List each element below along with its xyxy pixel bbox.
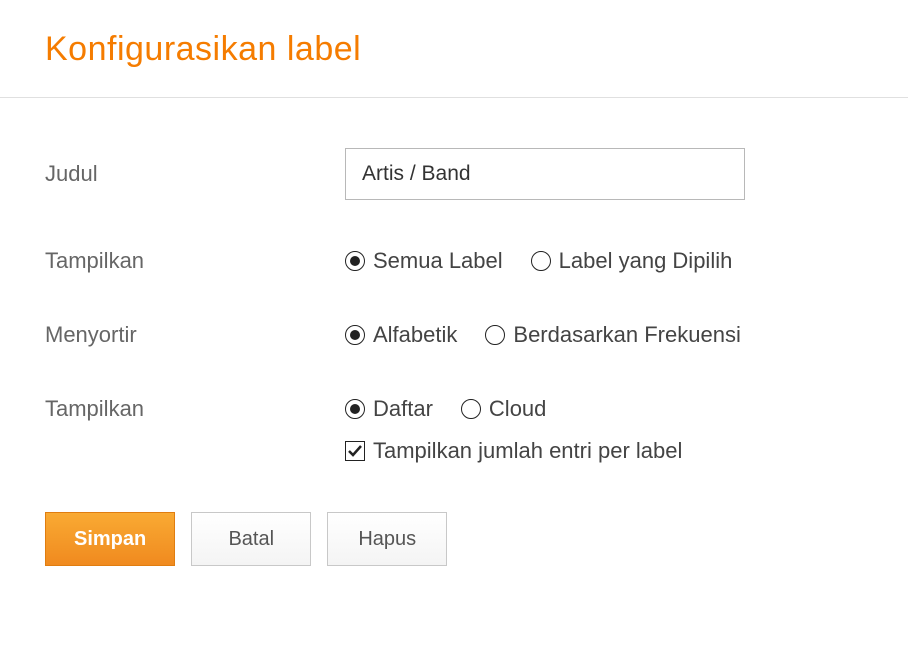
judul-input[interactable] bbox=[345, 148, 745, 200]
radiogroup-tampilkan-labels: Semua Label Label yang Dipilih bbox=[345, 248, 863, 274]
label-tampilkan-mode: Tampilkan bbox=[45, 396, 345, 422]
cancel-button[interactable]: Batal bbox=[191, 512, 311, 566]
delete-button[interactable]: Hapus bbox=[327, 512, 447, 566]
radio-daftar[interactable]: Daftar bbox=[345, 396, 433, 422]
radio-circle-icon bbox=[345, 251, 365, 271]
radio-label-text: Berdasarkan Frekuensi bbox=[513, 322, 740, 348]
label-judul: Judul bbox=[45, 161, 345, 187]
radiogroup-tampilkan-mode: Daftar Cloud bbox=[345, 396, 863, 422]
row-tampilkan-labels: Tampilkan Semua Label Label yang Dipilih bbox=[45, 248, 863, 274]
row-tampilkan-mode: Tampilkan Daftar Cloud bbox=[45, 396, 863, 422]
radio-label-text: Alfabetik bbox=[373, 322, 457, 348]
radio-alfabetik[interactable]: Alfabetik bbox=[345, 322, 457, 348]
radio-label-text: Label yang Dipilih bbox=[559, 248, 733, 274]
radio-circle-icon bbox=[461, 399, 481, 419]
radio-label-text: Cloud bbox=[489, 396, 546, 422]
checkbox-label-text: Tampilkan jumlah entri per label bbox=[373, 438, 682, 464]
label-menyortir: Menyortir bbox=[45, 322, 345, 348]
button-row: Simpan Batal Hapus bbox=[45, 512, 863, 566]
radio-circle-icon bbox=[345, 399, 365, 419]
check-icon bbox=[347, 443, 363, 459]
page-title: Konfigurasikan label bbox=[45, 30, 863, 69]
checkbox-show-count[interactable] bbox=[345, 441, 365, 461]
save-button[interactable]: Simpan bbox=[45, 512, 175, 566]
radio-cloud[interactable]: Cloud bbox=[461, 396, 546, 422]
row-menyortir: Menyortir Alfabetik Berdasarkan Frekuens… bbox=[45, 322, 863, 348]
label-tampilkan-labels: Tampilkan bbox=[45, 248, 345, 274]
radio-label-text: Daftar bbox=[373, 396, 433, 422]
radio-label-dipilih[interactable]: Label yang Dipilih bbox=[531, 248, 733, 274]
radio-frekuensi[interactable]: Berdasarkan Frekuensi bbox=[485, 322, 740, 348]
control-judul bbox=[345, 148, 863, 200]
divider bbox=[0, 97, 908, 98]
row-judul: Judul bbox=[45, 148, 863, 200]
radio-circle-icon bbox=[531, 251, 551, 271]
radio-circle-icon bbox=[485, 325, 505, 345]
radio-semua-label[interactable]: Semua Label bbox=[345, 248, 503, 274]
radio-label-text: Semua Label bbox=[373, 248, 503, 274]
row-show-count: Tampilkan jumlah entri per label bbox=[345, 438, 863, 464]
radiogroup-menyortir: Alfabetik Berdasarkan Frekuensi bbox=[345, 322, 863, 348]
radio-circle-icon bbox=[345, 325, 365, 345]
